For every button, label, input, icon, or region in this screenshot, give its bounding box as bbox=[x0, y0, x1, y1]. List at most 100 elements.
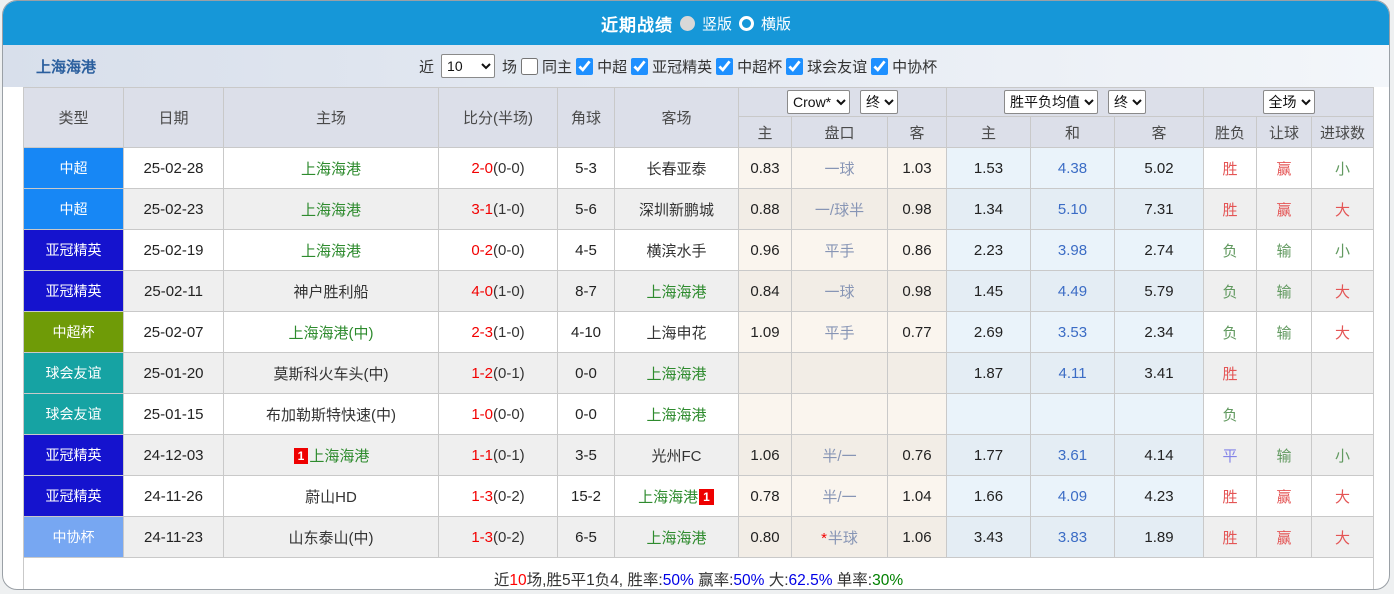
score-cell: 1-0(0-0) bbox=[438, 393, 558, 435]
competition-checkbox[interactable] bbox=[716, 57, 734, 75]
near-count-select[interactable]: 10 bbox=[441, 54, 496, 78]
result-handicap-cell: 赢 bbox=[1256, 188, 1313, 230]
date-cell: 25-01-15 bbox=[123, 393, 224, 435]
result-handicap-cell: 输 bbox=[1256, 229, 1313, 271]
result-wdl-text: 胜 bbox=[1222, 160, 1238, 178]
result-wdl-cell: 负 bbox=[1203, 311, 1258, 353]
result-wdl-text: 胜 bbox=[1222, 201, 1238, 219]
result-handicap-text: 输 bbox=[1276, 324, 1292, 342]
competition-checkbox[interactable] bbox=[631, 57, 649, 75]
halftime-score: (0-1) bbox=[493, 364, 525, 382]
handicap-text: 一球 bbox=[824, 283, 855, 301]
avg-odds-select[interactable]: 胜平负均值 bbox=[1004, 90, 1099, 114]
summary-row: 近10场,胜5平1负4, 胜率:50% 赢率:50% 大:62.5% 单率:30… bbox=[22, 557, 1375, 589]
halftime-score: (1-0) bbox=[493, 323, 525, 341]
result-goals-cell: 小 bbox=[1311, 147, 1375, 189]
handicap-text: 一/球半 bbox=[814, 201, 865, 219]
result-wdl-cell: 负 bbox=[1203, 270, 1258, 312]
avg-select-group: 胜平负均值终 bbox=[946, 87, 1205, 117]
result-handicap-text: 赢 bbox=[1276, 488, 1292, 506]
odds-home-cell: 0.80 bbox=[738, 516, 792, 558]
team-name-text: 长春亚泰 bbox=[646, 160, 707, 178]
result-wdl-text: 胜 bbox=[1222, 529, 1238, 547]
horizontal-layout-label[interactable]: 横版 bbox=[761, 13, 791, 34]
corners-cell: 4-10 bbox=[557, 311, 615, 353]
bookmaker-state-select[interactable]: 终 bbox=[860, 90, 899, 114]
odds-away-cell bbox=[886, 352, 948, 394]
competition-checkbox[interactable] bbox=[871, 57, 889, 75]
result-handicap-cell: 输 bbox=[1256, 270, 1313, 312]
score-cell: 1-1(0-1) bbox=[438, 434, 558, 476]
avg-away-cell: 2.74 bbox=[1114, 229, 1205, 271]
result-goals-cell: 小 bbox=[1311, 229, 1375, 271]
col-header-result-wdl: 胜负 bbox=[1203, 116, 1258, 148]
result-handicap-text: 赢 bbox=[1276, 201, 1292, 219]
vertical-layout-radio[interactable] bbox=[679, 15, 695, 31]
result-goals-text: 大 bbox=[1335, 529, 1351, 547]
corners-cell: 6-5 bbox=[557, 516, 615, 558]
handicap-cell: 平手 bbox=[791, 229, 888, 271]
summary-part: 50% bbox=[662, 571, 694, 589]
result-goals-text: 大 bbox=[1335, 283, 1351, 301]
odds-home-cell: 0.96 bbox=[738, 229, 792, 271]
col-header-avg-away: 客 bbox=[1114, 116, 1205, 148]
table-row: 中超 25-02-28 上海海港 2-0(0-0) 5-3 长春亚泰 0.83 一球 1.03 1… bbox=[23, 147, 1375, 189]
team-name-text: 布加勒斯特快速(中) bbox=[266, 406, 396, 424]
summary-part: 10 bbox=[509, 571, 527, 589]
result-goals-cell bbox=[1311, 352, 1375, 394]
table-row: 中超杯 25-02-07 上海海港(中) 2-3(1-0) 4-10 上海申花 1.09 平手… bbox=[23, 311, 1375, 353]
avg-home-cell bbox=[946, 393, 1032, 435]
col-header-avg-draw: 和 bbox=[1030, 116, 1116, 148]
result-goals-cell: 大 bbox=[1311, 311, 1375, 353]
table-row: 亚冠精英 24-11-26 蔚山HD 1-3(0-2) 15-2 上海海港 1 0.78 半/一… bbox=[23, 475, 1375, 517]
red-card-badge: 1 bbox=[293, 447, 309, 464]
away-team-cell: 上海海港 bbox=[614, 516, 739, 558]
corners-cell: 0-0 bbox=[557, 352, 615, 394]
table-row: 亚冠精英 25-02-11 神户胜利船 4-0(1-0) 8-7 上海海港 0.84 一球 0.… bbox=[23, 270, 1375, 312]
scope-select[interactable]: 全场 bbox=[1262, 90, 1315, 114]
odds-home-cell: 0.84 bbox=[738, 270, 792, 312]
odds-away-cell: 0.77 bbox=[886, 311, 948, 353]
team-name-text: 上海海港 bbox=[309, 447, 370, 465]
result-goals-text: 小 bbox=[1335, 447, 1351, 465]
avg-draw-cell: 4.11 bbox=[1030, 352, 1116, 394]
odds-home-cell: 0.78 bbox=[738, 475, 792, 517]
avg-state-select[interactable]: 终 bbox=[1108, 90, 1147, 114]
match-type-badge: 中协杯 bbox=[23, 516, 124, 558]
team-name-text: 上海海港 bbox=[646, 529, 707, 547]
avg-away-cell bbox=[1114, 393, 1205, 435]
handicap-cell: 半/一 bbox=[791, 434, 888, 476]
odds-away-cell: 1.04 bbox=[886, 475, 948, 517]
avg-home-cell: 1.34 bbox=[946, 188, 1032, 230]
halftime-score: (0-0) bbox=[493, 241, 525, 259]
result-goals-text: 小 bbox=[1335, 160, 1351, 178]
score-cell: 3-1(1-0) bbox=[438, 188, 558, 230]
avg-home-cell: 1.45 bbox=[946, 270, 1032, 312]
result-wdl-cell: 胜 bbox=[1203, 516, 1258, 558]
bookmaker-select[interactable]: Crow* bbox=[787, 90, 851, 114]
vertical-layout-label[interactable]: 竖版 bbox=[702, 13, 732, 34]
result-handicap-text: 输 bbox=[1276, 242, 1292, 260]
result-goals-cell: 大 bbox=[1311, 475, 1375, 517]
page-title: 近期战绩 bbox=[600, 15, 673, 35]
avg-away-cell: 4.23 bbox=[1114, 475, 1205, 517]
same-home-checkbox[interactable] bbox=[521, 57, 539, 75]
home-team-cell: 上海海港 bbox=[223, 229, 439, 271]
avg-draw-cell: 4.49 bbox=[1030, 270, 1116, 312]
odds-away-cell: 0.98 bbox=[886, 188, 948, 230]
handicap-cell: 半/一 bbox=[791, 475, 888, 517]
handicap-text: 半球 bbox=[827, 529, 858, 547]
competition-checkbox[interactable] bbox=[786, 57, 804, 75]
odds-home-cell bbox=[738, 393, 792, 435]
team-name-text: 上海申花 bbox=[646, 324, 707, 342]
odds-away-cell: 1.03 bbox=[886, 147, 948, 189]
horizontal-layout-radio[interactable] bbox=[739, 15, 754, 31]
match-type-badge: 中超 bbox=[23, 188, 124, 230]
team-name-text: 蔚山HD bbox=[305, 488, 357, 506]
col-header-corners: 角球 bbox=[557, 87, 615, 148]
competition-checkbox[interactable] bbox=[576, 57, 594, 75]
handicap-text: 半/一 bbox=[822, 447, 857, 465]
result-handicap-text: 赢 bbox=[1276, 529, 1292, 547]
scope-select-group: 全场 bbox=[1203, 87, 1375, 117]
odds-select-group: Crow* 终 bbox=[737, 87, 948, 117]
